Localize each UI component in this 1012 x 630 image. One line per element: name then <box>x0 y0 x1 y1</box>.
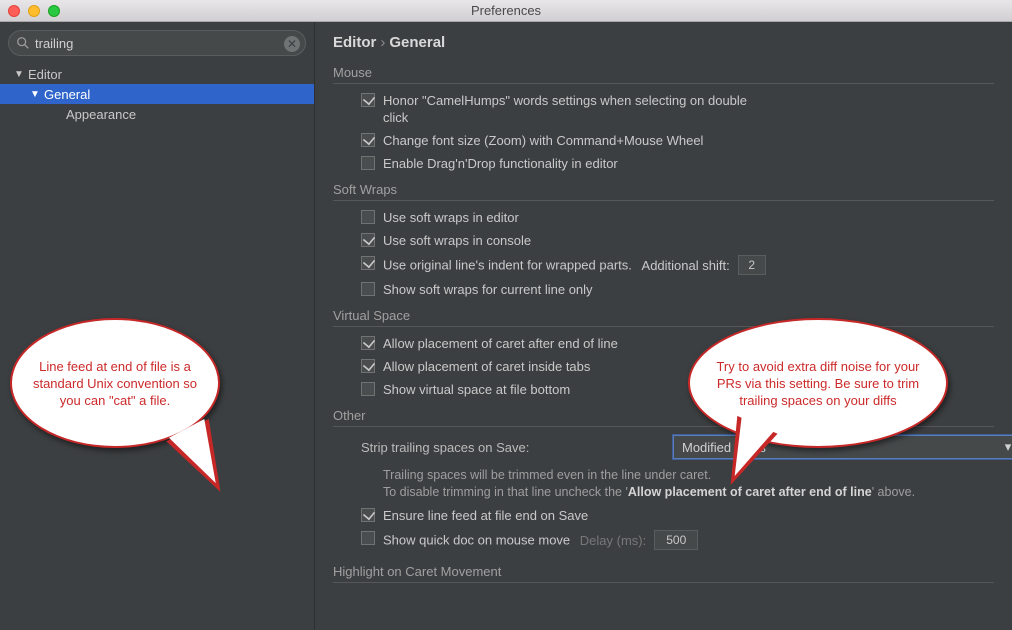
tree-item-editor[interactable]: ▼Editor <box>0 64 314 84</box>
checkbox-label: Change font size (Zoom) with Command+Mou… <box>383 132 703 149</box>
checkbox-label: Use soft wraps in console <box>383 232 531 249</box>
checkbox-caret-eol[interactable] <box>361 336 375 350</box>
search-input[interactable] <box>35 36 279 51</box>
divider <box>333 582 994 583</box>
checkbox-label: Ensure line feed at file end on Save <box>383 507 588 524</box>
checkbox-caret-tabs[interactable] <box>361 359 375 373</box>
search-field[interactable]: ✕ <box>8 30 306 56</box>
breadcrumb-part: Editor <box>333 34 376 51</box>
checkbox-label: Use soft wraps in editor <box>383 209 519 226</box>
checkbox-label: Show soft wraps for current line only <box>383 281 593 298</box>
section-other: Other <box>333 408 994 423</box>
checkbox-virtual-bottom[interactable] <box>361 382 375 396</box>
section-virtual: Virtual Space <box>333 308 994 323</box>
checkbox-quickdoc[interactable] <box>361 531 375 545</box>
settings-tree: ▼Editor ▼General Appearance <box>0 62 314 124</box>
tree-label: General <box>44 87 90 102</box>
additional-shift-input[interactable] <box>738 255 766 275</box>
checkbox-label: Allow placement of caret inside tabs <box>383 358 590 375</box>
checkbox-softwraps-console[interactable] <box>361 233 375 247</box>
text: Use original line's indent for wrapped p… <box>383 258 632 273</box>
divider <box>333 200 994 201</box>
titlebar: Preferences <box>0 0 1012 22</box>
divider <box>333 326 994 327</box>
search-icon <box>16 36 30 50</box>
checkbox-softwraps-currentline[interactable] <box>361 282 375 296</box>
sidebar: ✕ ▼Editor ▼General Appearance <box>0 22 315 630</box>
tree-item-general[interactable]: ▼General <box>0 84 314 104</box>
delay-input <box>654 530 698 550</box>
tree-label: Appearance <box>66 107 136 122</box>
tree-item-appearance[interactable]: Appearance <box>0 104 314 124</box>
strip-trailing-label: Strip trailing spaces on Save: <box>361 440 661 455</box>
breadcrumb: Editor›General <box>333 34 994 51</box>
section-highlight: Highlight on Caret Movement <box>333 564 994 579</box>
chevron-down-icon: ▾ <box>1000 439 1012 455</box>
checkbox-zoom[interactable] <box>361 133 375 147</box>
text: Show quick doc on mouse move <box>383 533 570 548</box>
divider <box>333 83 994 84</box>
window-title: Preferences <box>0 3 1012 18</box>
text: Trailing spaces will be trimmed even in … <box>383 468 711 482</box>
checkbox-label: Enable Drag'n'Drop functionality in edit… <box>383 155 618 172</box>
checkbox-label: Show quick doc on mouse move Delay (ms): <box>383 530 698 550</box>
delay-label: Delay (ms): <box>580 532 646 549</box>
section-softwraps: Soft Wraps <box>333 182 994 197</box>
checkbox-label: Allow placement of caret after end of li… <box>383 335 618 352</box>
breadcrumb-part: General <box>389 34 445 51</box>
section-mouse: Mouse <box>333 65 994 80</box>
checkbox-label: Honor "CamelHumps" words settings when s… <box>383 92 763 126</box>
divider <box>333 426 994 427</box>
checkbox-label: Use original line's indent for wrapped p… <box>383 255 766 275</box>
strip-trailing-select[interactable]: Modified Lines ▾ <box>673 435 1012 459</box>
strip-hint: Trailing spaces will be trimmed even in … <box>333 467 994 501</box>
checkbox-dragdrop[interactable] <box>361 156 375 170</box>
checkbox-original-indent[interactable] <box>361 256 375 270</box>
tree-label: Editor <box>28 67 62 82</box>
text: ' above. <box>872 485 915 499</box>
checkbox-camelhumps[interactable] <box>361 93 375 107</box>
select-value: Modified Lines <box>682 440 766 455</box>
clear-search-icon[interactable]: ✕ <box>284 36 300 52</box>
text: Allow placement of caret after end of li… <box>628 485 872 499</box>
additional-shift-label: Additional shift: <box>642 257 730 274</box>
checkbox-ensure-lf[interactable] <box>361 508 375 522</box>
main-panel: Editor›General Mouse Honor "CamelHumps" … <box>315 22 1012 630</box>
text: To disable trimming in that line uncheck… <box>383 485 628 499</box>
checkbox-label: Show virtual space at file bottom <box>383 381 570 398</box>
checkbox-softwraps-editor[interactable] <box>361 210 375 224</box>
